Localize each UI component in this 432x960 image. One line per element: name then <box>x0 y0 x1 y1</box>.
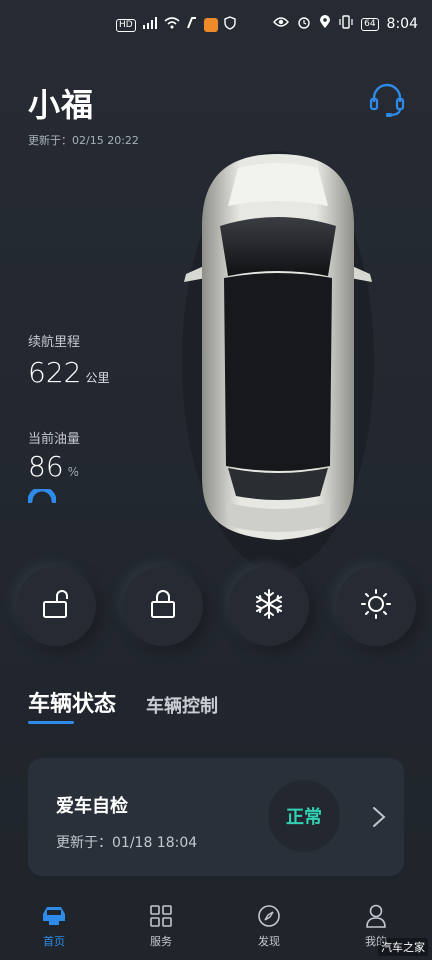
wifi-icon <box>164 17 180 33</box>
person-icon <box>346 904 406 928</box>
car-image <box>178 146 378 576</box>
update-time: 更新于：02/15 20:22 <box>28 134 139 147</box>
nav-service[interactable]: 服务 <box>131 904 191 949</box>
sun-icon <box>360 588 392 624</box>
fuel-label: 当前油量 <box>28 432 81 447</box>
nav-label-service: 服务 <box>150 935 172 948</box>
location-icon <box>319 15 331 33</box>
tab-active-indicator <box>28 721 74 724</box>
fuel-unit: % <box>67 465 80 479</box>
cooling-button[interactable] <box>229 566 309 646</box>
bottom-nav: 首页 服务 发现 我的 汽车之家 <box>0 896 432 960</box>
alarm-icon <box>297 15 311 33</box>
grid-icon <box>131 904 191 928</box>
status-badge: 正常 <box>268 780 340 852</box>
shield-icon <box>223 16 237 34</box>
unlock-button[interactable] <box>16 566 96 646</box>
nav-label-home: 首页 <box>43 935 65 948</box>
customer-service-icon[interactable] <box>368 82 406 118</box>
eye-icon <box>273 16 290 32</box>
battery-icon: 64 <box>361 17 379 31</box>
main-content: 小福 更新于：02/15 20:22 续航里程 622公里 当前油量 86% <box>0 46 432 896</box>
orange-app-icon <box>203 18 218 32</box>
nav-label-discover: 发现 <box>258 935 280 948</box>
range-value: 622 公里 <box>28 356 109 389</box>
card-update-time: 更新于：01/18 18:04 <box>56 835 198 851</box>
watermark: 汽车之家 <box>378 938 428 956</box>
snowflake-icon <box>253 588 285 624</box>
status-time: 8:04 <box>386 16 418 32</box>
tab-bar: 车辆状态 车辆控制 <box>28 686 218 718</box>
fuel-gauge <box>27 486 57 507</box>
lock-icon <box>149 589 177 623</box>
range-label: 续航里程 <box>28 335 81 350</box>
tab-vehicle-control[interactable]: 车辆控制 <box>146 692 218 718</box>
nav-home[interactable]: 首页 <box>24 904 84 949</box>
unlock-icon <box>42 589 70 623</box>
status-bar: HD 64 8:04 <box>0 0 432 46</box>
tab-vehicle-status[interactable]: 车辆状态 <box>28 686 116 718</box>
fuel-number: 86 <box>28 450 64 483</box>
vehicle-name: 小福 <box>28 86 95 124</box>
range-unit: 公里 <box>85 371 110 385</box>
nav-discover[interactable]: 发现 <box>239 904 299 949</box>
card-title: 爱车自检 <box>56 796 128 817</box>
compass-icon <box>239 904 299 928</box>
range-number: 622 <box>28 356 82 389</box>
5g-signal-icon <box>141 17 159 33</box>
lock-button[interactable] <box>123 566 203 646</box>
car-icon <box>24 904 84 928</box>
fuel-value: 86% <box>28 450 79 483</box>
self-check-card[interactable]: 爱车自检 更新于：01/18 18:04 正常 <box>28 758 404 876</box>
hd-icon: HD <box>116 18 136 32</box>
heating-button[interactable] <box>336 566 416 646</box>
app-icon <box>185 16 199 34</box>
vibrate-icon <box>339 15 353 33</box>
chevron-right-icon[interactable] <box>372 806 386 832</box>
